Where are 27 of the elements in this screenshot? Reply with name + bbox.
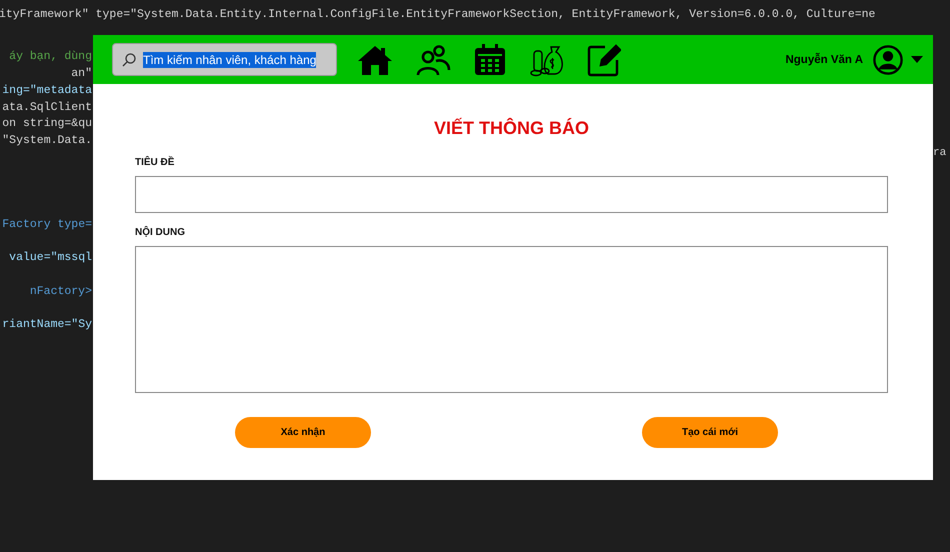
search-icon bbox=[121, 52, 137, 68]
code-line: "System.Data. bbox=[2, 133, 92, 149]
code-line: value="mssql bbox=[8, 250, 92, 266]
search-field[interactable]: Tìm kiếm nhân viên, khách hàng bbox=[112, 43, 337, 76]
code-line: áy bạn, dùng bbox=[9, 49, 92, 66]
code-line: ityFramework" type="System.Data.Entity.Internal.ConfigFile.EntityFrameworkSection, EntityFramework, Version=6.0.0.0, Culture=ne bbox=[0, 8, 876, 21]
field-label: TIÊU ĐỀ bbox=[135, 157, 176, 168]
home-icon[interactable] bbox=[357, 44, 393, 76]
code-line: ata.SqlClient bbox=[2, 100, 92, 116]
code-line: riantName="Sy bbox=[2, 317, 92, 334]
people-icon[interactable] bbox=[415, 44, 451, 76]
action-button[interactable]: Tạo cái mới bbox=[642, 417, 778, 448]
user-name: Nguyễn Văn A bbox=[785, 54, 863, 66]
code-line: on string=&qu bbox=[2, 116, 92, 132]
action-button[interactable]: Xác nhận bbox=[235, 417, 371, 448]
edit-icon[interactable] bbox=[587, 42, 621, 76]
code-line: ing="metadata bbox=[2, 82, 92, 99]
avatar-icon[interactable] bbox=[873, 44, 903, 74]
caret-icon[interactable] bbox=[911, 56, 923, 64]
form-title: VIẾT THÔNG BÁO bbox=[432, 118, 590, 139]
code-line: Factory type= bbox=[2, 216, 92, 233]
calendar-icon[interactable] bbox=[473, 42, 507, 76]
code-line: nFactory> bbox=[30, 284, 92, 300]
code-line: an" bbox=[71, 66, 92, 82]
field-label: NỘI DUNG bbox=[135, 227, 186, 238]
code-line: ra bbox=[933, 147, 948, 159]
title-input-field[interactable] bbox=[135, 176, 888, 213]
